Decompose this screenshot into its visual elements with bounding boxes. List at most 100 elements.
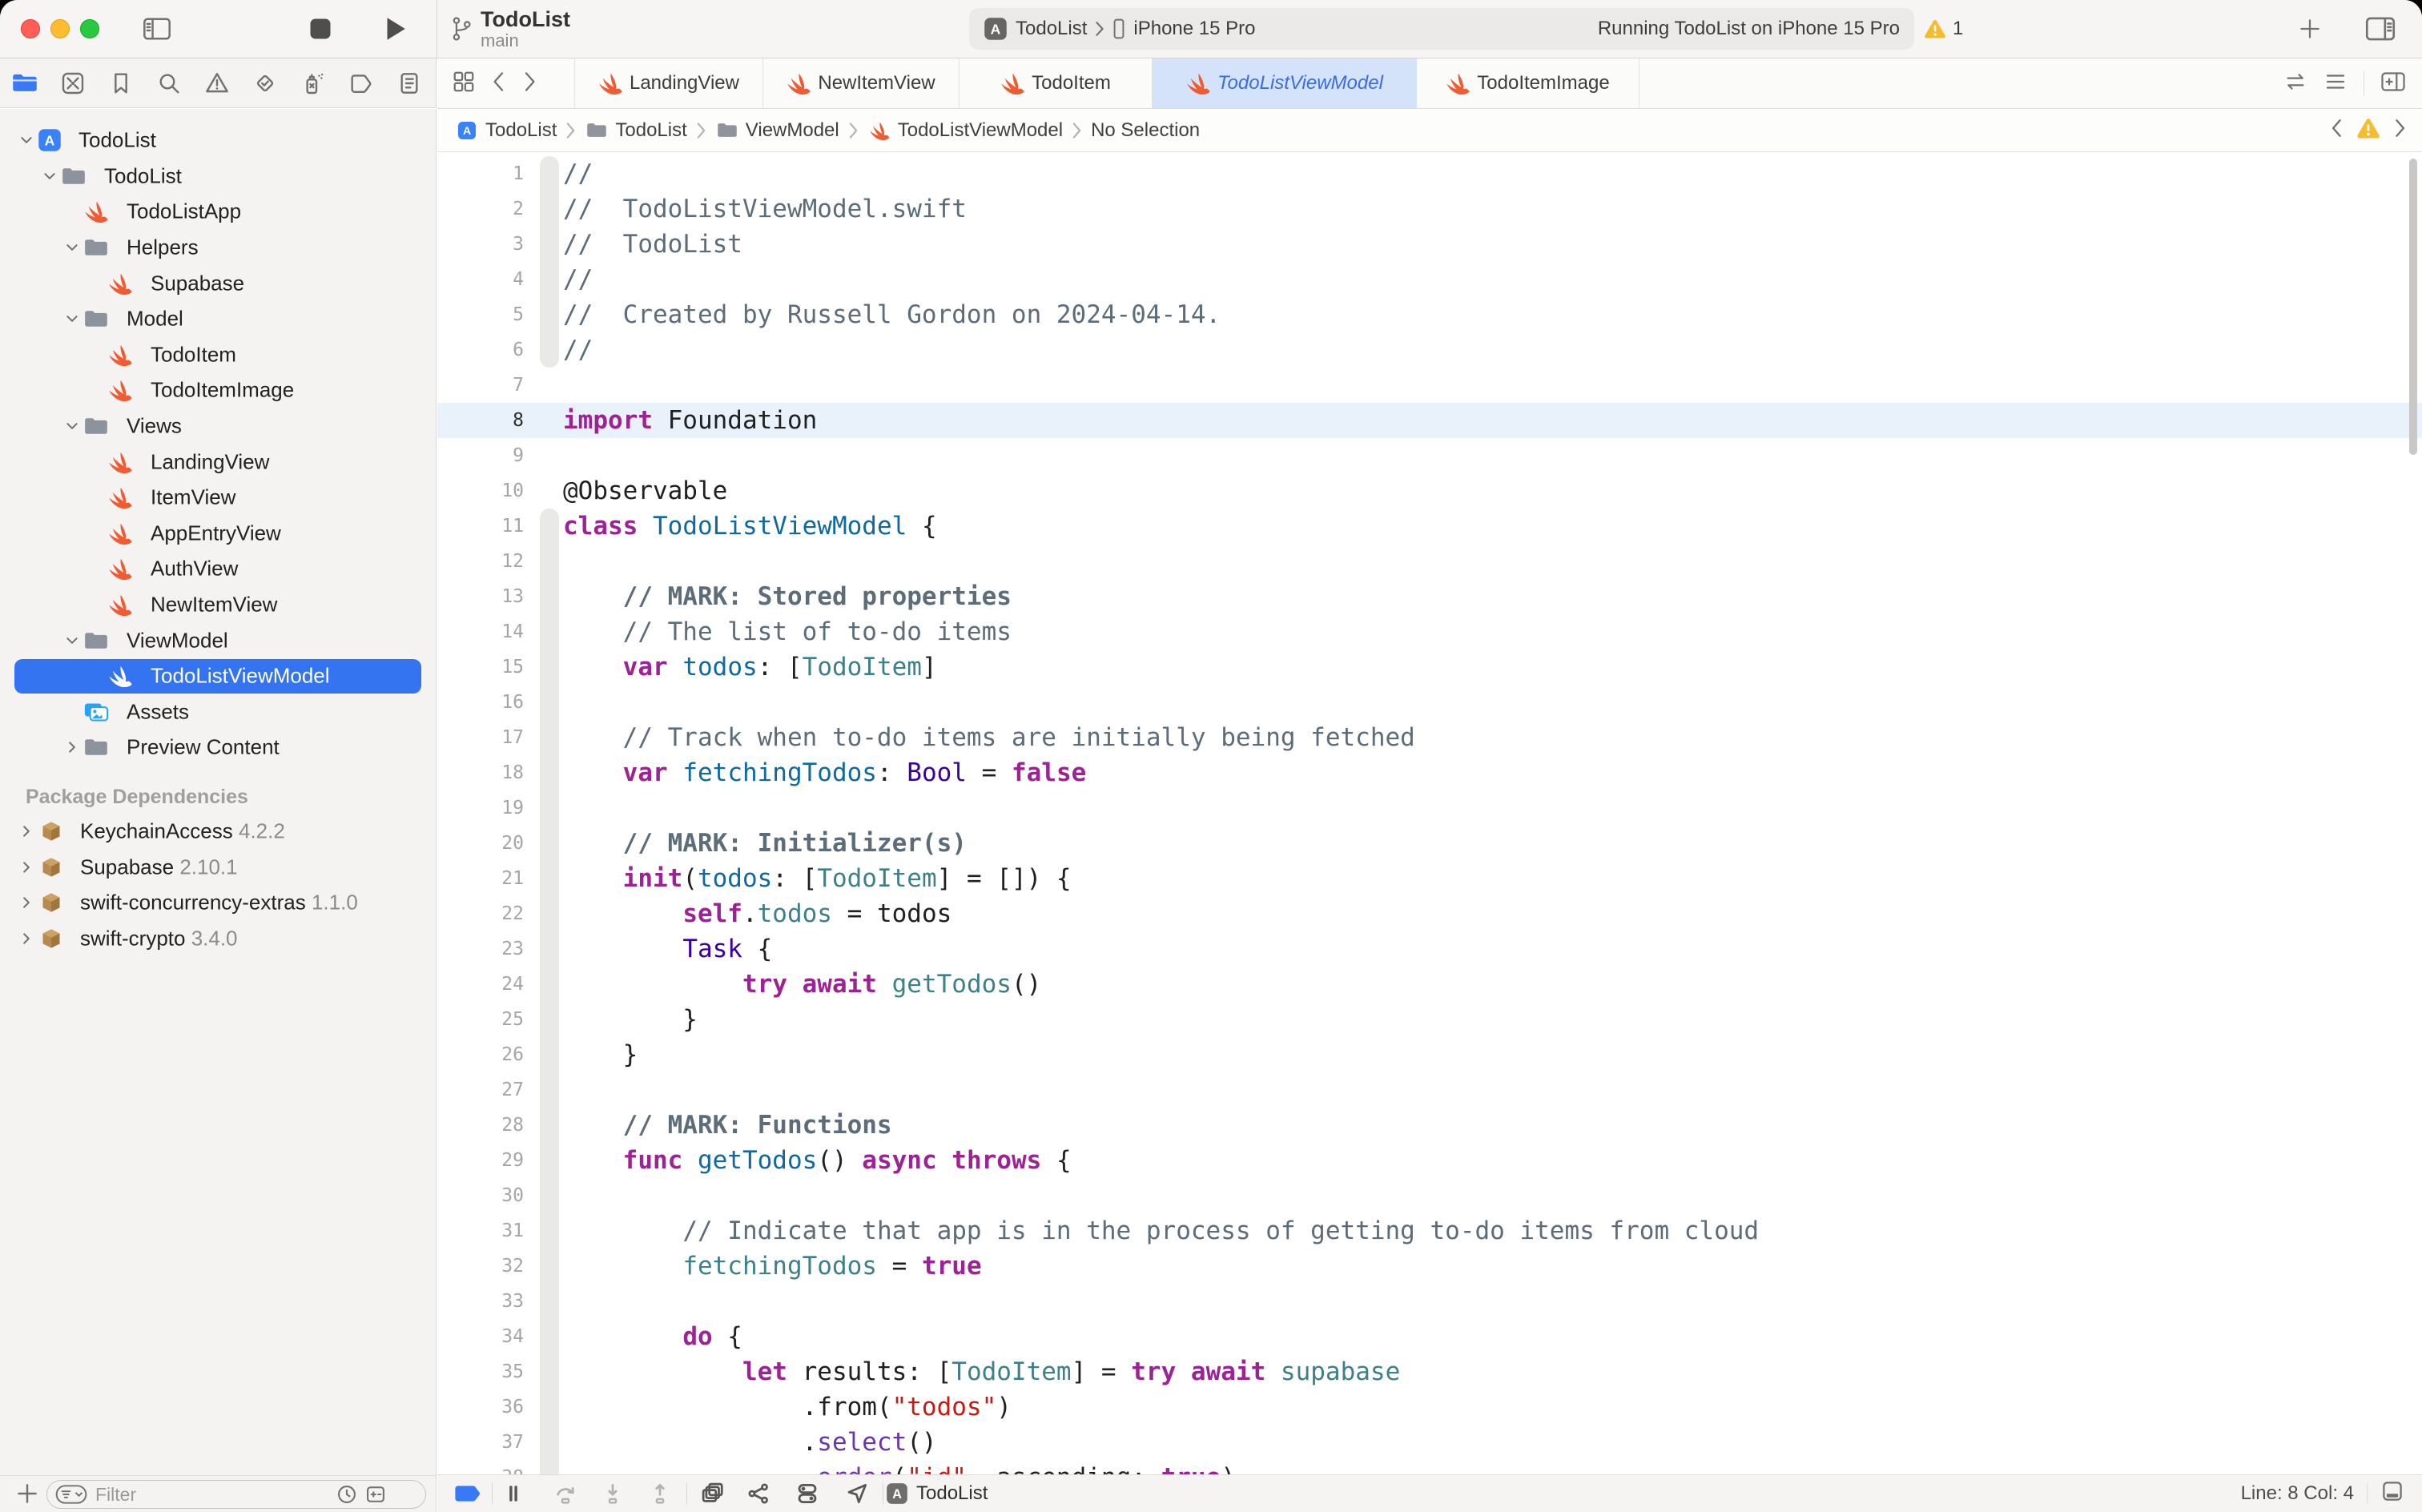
find-navigator-tab[interactable] (156, 70, 182, 96)
code-line-37[interactable]: 37 .select() (437, 1425, 2422, 1460)
environment-overrides-button[interactable] (795, 1482, 819, 1506)
code-line-33[interactable]: 33 (437, 1284, 2422, 1319)
breadcrumb[interactable]: ATodoListTodoListViewModelTodoListViewMo… (455, 109, 1200, 151)
code-line-8[interactable]: 8import Foundation (437, 403, 2422, 438)
tree-item-viewmodel[interactable]: ViewModel (0, 622, 436, 658)
code-line-38[interactable]: 38 .order("id", ascending: true) (437, 1460, 2422, 1475)
toggle-navigator-sidebar-button[interactable] (141, 0, 173, 58)
code-line-2[interactable]: 2// TodoListViewModel.swift (437, 191, 2422, 227)
filter-icon[interactable] (55, 1485, 87, 1504)
code-line-24[interactable]: 24 try await getTodos() (437, 967, 2422, 1002)
editor-tab-todoitemimage[interactable]: TodoItemImage (1417, 58, 1639, 108)
breadcrumb-item[interactable]: TodoListViewModel (867, 119, 1063, 143)
breakpoints-toggle-button[interactable] (453, 1484, 482, 1503)
breadcrumb-item[interactable]: ViewModel (715, 119, 839, 142)
go-forward-button[interactable] (521, 70, 540, 98)
code-line-36[interactable]: 36 .from("todos") (437, 1389, 2422, 1425)
code-line-34[interactable]: 34 do { (437, 1319, 2422, 1354)
zoom-window-button[interactable] (80, 19, 99, 38)
breadcrumb-item[interactable]: No Selection (1091, 119, 1200, 142)
filter-input[interactable] (94, 1483, 329, 1506)
package-item-swift-crypto[interactable]: swift-crypto 3.4.0 (0, 920, 436, 956)
previous-issue-button[interactable] (2327, 118, 2345, 143)
breadcrumb-item[interactable]: ATodoList (455, 119, 557, 143)
add-item-button[interactable] (14, 1481, 40, 1510)
editor-tab-todolistviewmodel[interactable]: TodoListViewModel (1153, 58, 1417, 108)
toggle-inspector-sidebar-button[interactable] (2358, 0, 2403, 58)
package-item-swift-concurrency-extras[interactable]: swift-concurrency-extras 1.1.0 (0, 885, 436, 921)
next-issue-button[interactable] (2392, 118, 2409, 143)
source-control-navigator-tab[interactable] (60, 70, 86, 96)
minimap-options-icon[interactable] (2323, 70, 2348, 98)
code-line-15[interactable]: 15 var todos: [TodoItem] (437, 649, 2422, 685)
tree-item-views[interactable]: Views (0, 408, 436, 444)
tree-item-supabase[interactable]: Supabase (0, 265, 436, 301)
reports-navigator-tab[interactable] (396, 70, 422, 96)
tree-item-todoitem[interactable]: TodoItem (0, 337, 436, 373)
tree-item-todolistapp[interactable]: TodoListApp (0, 194, 436, 230)
code-line-11[interactable]: 11class TodoListViewModel { (437, 509, 2422, 544)
add-tab-button[interactable] (2292, 0, 2327, 58)
warning-count[interactable]: 1 (1924, 0, 1963, 58)
code-line-3[interactable]: 3// TodoList (437, 227, 2422, 262)
code-line-13[interactable]: 13 // MARK: Stored properties (437, 579, 2422, 614)
pause-execution-button[interactable] (503, 1482, 524, 1505)
activity-status[interactable]: Running TodoList on iPhone 15 Pro (1598, 18, 1900, 40)
issues-navigator-tab[interactable] (204, 70, 230, 96)
related-items-icon[interactable] (452, 70, 476, 98)
run-button[interactable] (378, 0, 413, 58)
code-line-22[interactable]: 22 self.todos = todos (437, 896, 2422, 931)
code-line-5[interactable]: 5// Created by Russell Gordon on 2024-04… (437, 297, 2422, 332)
breadcrumb-item[interactable]: TodoList (585, 119, 686, 142)
tree-item-newitemview[interactable]: NewItemView (0, 587, 436, 623)
stop-button[interactable] (304, 0, 336, 58)
tree-item-authview[interactable]: AuthView (0, 551, 436, 587)
view-hierarchy-button[interactable] (700, 1482, 726, 1506)
tree-item-todolistviewmodel[interactable]: TodoListViewModel (0, 658, 436, 694)
project-status[interactable]: TodoList main (481, 7, 570, 50)
code-line-17[interactable]: 17 // Track when to-do items are initial… (437, 720, 2422, 755)
code-line-23[interactable]: 23 Task { (437, 931, 2422, 967)
tree-item-landingview[interactable]: LandingView (0, 444, 436, 480)
code-line-20[interactable]: 20 // MARK: Initializer(s) (437, 826, 2422, 861)
tree-item-appentryview[interactable]: AppEntryView (0, 516, 436, 552)
tree-item-assets[interactable]: Assets (0, 694, 436, 730)
tree-item-itemview[interactable]: ItemView (0, 480, 436, 516)
step-over-button[interactable] (553, 1482, 578, 1506)
swap-editor-icon[interactable] (2283, 70, 2307, 98)
code-line-9[interactable]: 9 (437, 438, 2422, 473)
package-item-keychainaccess[interactable]: KeychainAccess 4.2.2 (0, 814, 436, 850)
tree-item-todolist[interactable]: TodoList (0, 159, 436, 195)
toggle-debug-area-button[interactable] (2380, 1479, 2404, 1509)
tree-item-model[interactable]: Model (0, 301, 436, 337)
code-line-21[interactable]: 21 init(todos: [TodoItem] = []) { (437, 861, 2422, 896)
step-out-button[interactable] (647, 1482, 673, 1506)
editor-scrollbar[interactable] (2409, 159, 2417, 455)
scm-status-filter-icon[interactable] (364, 1483, 387, 1506)
jumpbar-warning-icon[interactable] (2356, 117, 2380, 143)
minimize-window-button[interactable] (50, 19, 70, 38)
code-line-19[interactable]: 19 (437, 790, 2422, 826)
breakpoints-navigator-tab[interactable] (348, 70, 374, 96)
code-line-29[interactable]: 29 func getTodos() async throws { (437, 1143, 2422, 1178)
go-back-button[interactable] (489, 70, 508, 98)
editor-tab-newitemview[interactable]: NewItemView (763, 58, 960, 108)
scheme-selector[interactable]: A TodoList iPhone 15 Pro (984, 17, 1256, 41)
code-line-35[interactable]: 35 let results: [TodoItem] = try await s… (437, 1354, 2422, 1389)
tests-navigator-tab[interactable] (252, 70, 278, 96)
code-line-4[interactable]: 4// (437, 262, 2422, 297)
code-line-27[interactable]: 27 (437, 1072, 2422, 1108)
close-window-button[interactable] (21, 19, 40, 38)
tree-item-helpers[interactable]: Helpers (0, 230, 436, 266)
code-line-14[interactable]: 14 // The list of to-do items (437, 614, 2422, 649)
step-into-button[interactable] (600, 1482, 626, 1506)
code-line-18[interactable]: 18 var fetchingTodos: Bool = false (437, 755, 2422, 790)
code-line-32[interactable]: 32 fetchingTodos = true (437, 1249, 2422, 1284)
source-editor[interactable]: 1//2// TodoListViewModel.swift3// TodoLi… (437, 152, 2422, 1475)
tree-item-todoitemimage[interactable]: TodoItemImage (0, 372, 436, 408)
code-line-31[interactable]: 31 // Indicate that app is in the proces… (437, 1213, 2422, 1249)
code-line-16[interactable]: 16 (437, 685, 2422, 720)
debug-navigator-tab[interactable] (300, 70, 326, 96)
tree-item-todolist[interactable]: ATodoList (0, 123, 436, 159)
code-line-10[interactable]: 10@Observable (437, 473, 2422, 509)
